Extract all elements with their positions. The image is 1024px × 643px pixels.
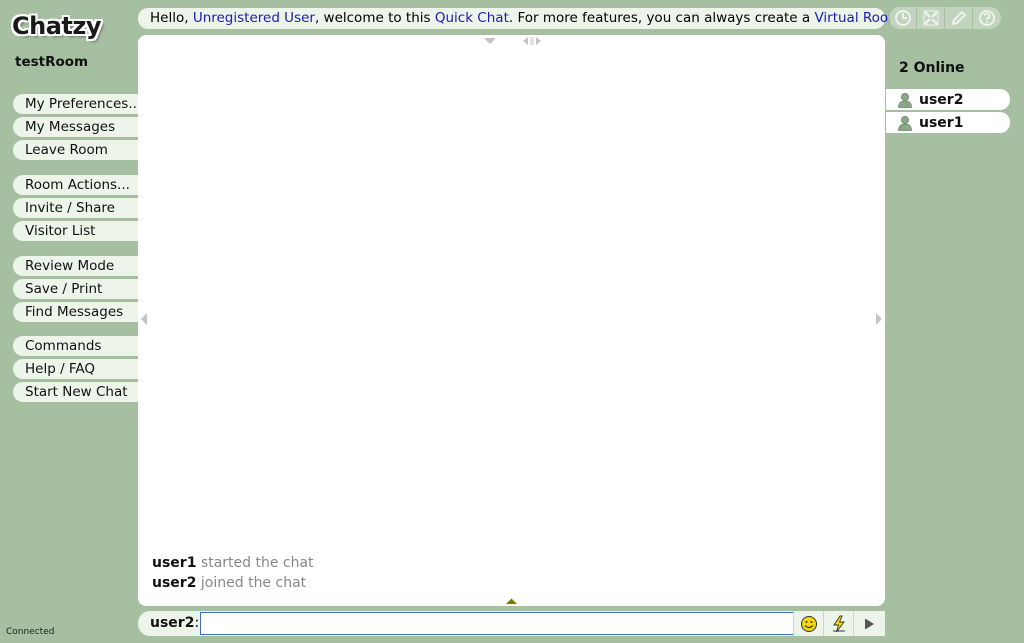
- menu-group-help: Commands Help / FAQ Start New Chat: [13, 336, 138, 405]
- menu-item-find-messages[interactable]: Find Messages: [13, 302, 138, 322]
- collapse-top-arrow-icon[interactable]: [483, 37, 497, 45]
- room-name: testRoom: [15, 54, 89, 70]
- menu-item-start-new-chat[interactable]: Start New Chat: [13, 382, 138, 402]
- menu-group-review: Review Mode Save / Print Find Messages: [13, 256, 138, 325]
- input-user-name: user2: [150, 615, 195, 631]
- online-user[interactable]: user2: [886, 89, 1010, 110]
- welcome-text-2: , welcome to this: [314, 10, 435, 26]
- welcome-text-3: . For more features, you can always crea…: [508, 10, 815, 26]
- unregistered-user-link[interactable]: Unregistered User: [193, 10, 315, 26]
- menu-item-room-actions[interactable]: Room Actions...: [13, 175, 138, 195]
- message-row: user1 started the chat: [152, 553, 314, 573]
- pencil-button[interactable]: [945, 7, 973, 29]
- layout-button[interactable]: [917, 7, 945, 29]
- quick-chat-link[interactable]: Quick Chat: [435, 10, 509, 26]
- menu-item-leave-room[interactable]: Leave Room: [13, 140, 138, 160]
- menu-item-help-faq[interactable]: Help / FAQ: [13, 359, 138, 379]
- menu-item-my-messages[interactable]: My Messages: [13, 117, 138, 137]
- connection-status: Connected: [6, 627, 55, 637]
- input-colon: :: [194, 615, 200, 631]
- welcome-text-1: Hello,: [150, 10, 193, 26]
- pencil-icon: [951, 10, 966, 26]
- collapse-left-arrow-icon[interactable]: [140, 312, 148, 326]
- menu-item-commands[interactable]: Commands: [13, 336, 138, 356]
- help-icon: [979, 10, 995, 26]
- online-user[interactable]: user1: [886, 112, 1010, 133]
- menu-group-account: My Preferences... My Messages Leave Room: [13, 94, 138, 163]
- input-bar: user2:: [138, 611, 885, 636]
- message-text: started the chat: [200, 555, 314, 571]
- input-user-label: user2:: [150, 611, 199, 636]
- user-icon: [898, 92, 912, 108]
- clock-button[interactable]: [889, 7, 917, 29]
- message-row: user2 joined the chat: [152, 573, 314, 593]
- message-text: joined the chat: [200, 575, 307, 591]
- message-user[interactable]: user2: [152, 575, 196, 591]
- online-user-name: user1: [919, 114, 964, 131]
- layout-icon: [923, 10, 938, 26]
- send-button[interactable]: [853, 611, 883, 636]
- menu-item-review-mode[interactable]: Review Mode: [13, 256, 138, 276]
- chat-panel[interactable]: user1 started the chat user2 joined the …: [138, 35, 885, 606]
- resize-handle-icon[interactable]: [522, 36, 542, 46]
- play-icon: [864, 618, 874, 629]
- menu-item-save-print[interactable]: Save / Print: [13, 279, 138, 299]
- toolbar: [889, 7, 1009, 29]
- menu-item-my-preferences[interactable]: My Preferences...: [13, 94, 138, 114]
- welcome-bar: Hello, Unregistered User, welcome to thi…: [138, 8, 906, 29]
- expand-bottom-arrow-icon[interactable]: [505, 598, 518, 605]
- user-icon: [898, 115, 912, 131]
- online-count: 2 Online: [899, 60, 965, 76]
- message-user[interactable]: user1: [152, 555, 196, 571]
- menu-item-invite-share[interactable]: Invite / Share: [13, 198, 138, 218]
- format-button[interactable]: [823, 611, 853, 636]
- online-user-name: user2: [919, 91, 964, 108]
- online-user-list: user2 user1: [886, 89, 1010, 135]
- menu-item-visitor-list[interactable]: Visitor List: [13, 221, 138, 241]
- message-input[interactable]: [200, 612, 794, 635]
- chatzy-logo[interactable]: Chatzy: [12, 12, 101, 40]
- help-button[interactable]: [973, 7, 1001, 29]
- smiley-icon: [800, 615, 817, 632]
- clock-icon: [894, 10, 911, 26]
- lightning-icon: [832, 615, 845, 632]
- menu-group-room: Room Actions... Invite / Share Visitor L…: [13, 175, 138, 244]
- collapse-right-arrow-icon[interactable]: [875, 312, 883, 326]
- emoticon-button[interactable]: [793, 611, 823, 636]
- message-list: user1 started the chat user2 joined the …: [152, 553, 314, 593]
